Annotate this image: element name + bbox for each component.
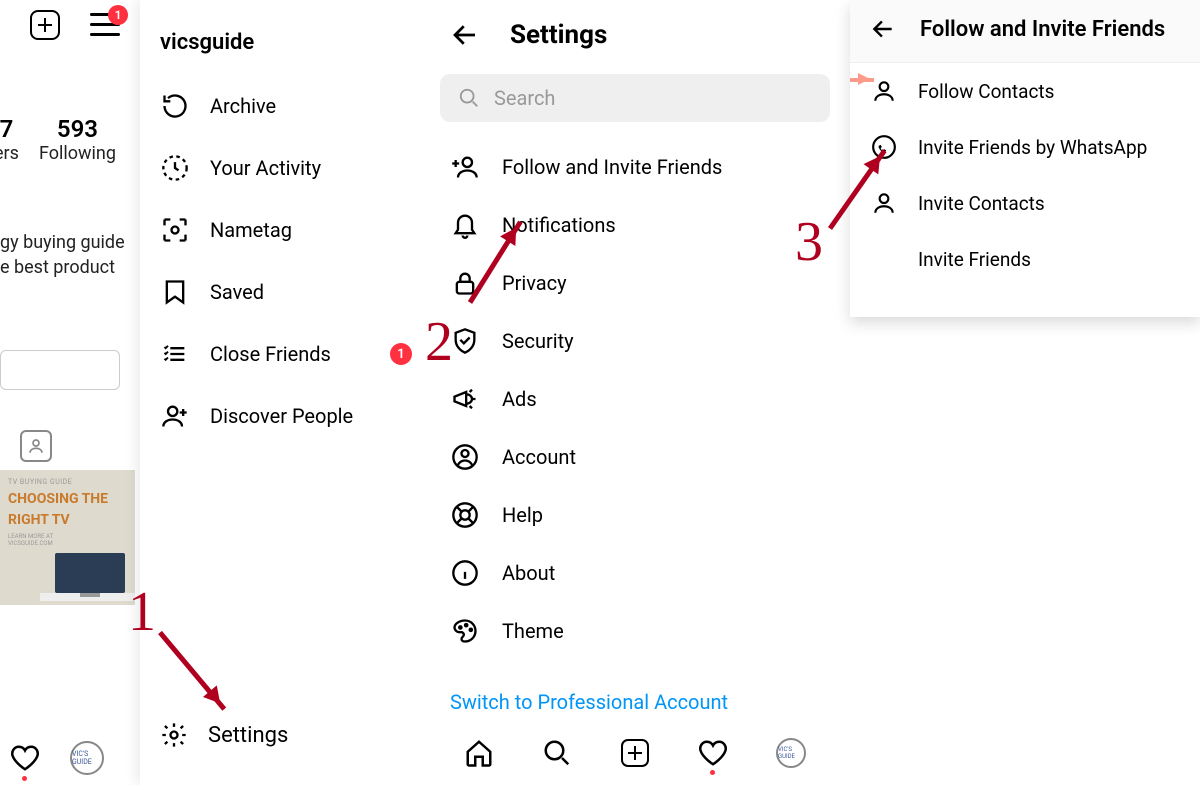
- drawer-item-label: Archive: [210, 94, 276, 118]
- drawer-item-archive[interactable]: Archive: [140, 75, 420, 137]
- bio-line: gy buying guide: [0, 230, 125, 255]
- avatar-label: VIC'S GUIDE: [72, 750, 102, 766]
- menu-badge: 1: [108, 5, 128, 25]
- activity-heart-icon[interactable]: [10, 743, 40, 773]
- switch-professional-link[interactable]: Switch to Professional Account: [420, 676, 850, 728]
- search-placeholder: Search: [494, 86, 555, 110]
- profile-avatar-button[interactable]: VIC'S GUIDE: [70, 741, 104, 775]
- person-icon: [870, 189, 898, 217]
- settings-item-label: Theme: [502, 619, 564, 643]
- thumb-sub: LEARN MORE AT: [8, 533, 127, 540]
- stat-label: ers: [0, 143, 19, 164]
- shield-icon: [450, 326, 480, 356]
- annotation-step-2: 2: [425, 310, 453, 374]
- follow-invite-item-label: Invite Friends: [918, 248, 1031, 271]
- invite-icon: [450, 152, 480, 182]
- invite-friends-item[interactable]: Invite Friends: [850, 231, 1200, 287]
- follow-invite-panel: Follow and Invite Friends Follow Contact…: [850, 0, 1200, 317]
- nav-profile-button[interactable]: VIC'S GUIDE: [775, 737, 807, 769]
- megaphone-icon: [450, 384, 480, 414]
- nav-home-button[interactable]: [463, 737, 495, 769]
- annotation-step-3: 3: [795, 210, 823, 274]
- discover-icon: [160, 401, 190, 431]
- settings-item-ads[interactable]: Ads: [420, 370, 850, 428]
- settings-item-label: About: [502, 561, 555, 585]
- settings-item-about[interactable]: About: [420, 544, 850, 602]
- settings-item-label: Account: [502, 445, 576, 469]
- follow-contacts-item[interactable]: Follow Contacts: [850, 63, 1200, 119]
- stat-label: Following: [39, 143, 116, 164]
- close-friends-badge: 1: [390, 343, 412, 365]
- nav-search-button[interactable]: [541, 737, 573, 769]
- settings-title: Settings: [510, 20, 607, 50]
- settings-item-help[interactable]: Help: [420, 486, 850, 544]
- archive-icon: [160, 91, 190, 121]
- drawer-item-discover[interactable]: Discover People: [140, 385, 420, 447]
- profile-menu-drawer: vicsguide Archive Your Activity Nametag …: [140, 0, 420, 785]
- follow-invite-item-label: Invite Friends by WhatsApp: [918, 136, 1147, 159]
- settings-item-label: Security: [502, 329, 574, 353]
- drawer-item-label: Discover People: [210, 404, 353, 428]
- drawer-item-label: Close Friends: [210, 342, 331, 366]
- post-thumbnail[interactable]: TV BUYING GUIDE CHOOSING THE RIGHT TV LE…: [0, 470, 135, 605]
- settings-item-label: Ads: [502, 387, 537, 411]
- help-icon: [450, 500, 480, 530]
- drawer-item-label: Saved: [210, 280, 264, 304]
- info-icon: [450, 558, 480, 588]
- bio-line: e best product: [0, 255, 125, 280]
- follow-invite-title: Follow and Invite Friends: [920, 17, 1165, 42]
- menu-hamburger-button[interactable]: 1: [90, 13, 120, 37]
- drawer-item-activity[interactable]: Your Activity: [140, 137, 420, 199]
- settings-item-security[interactable]: Security: [420, 312, 850, 370]
- profile-stats: 7 ers 593 Following: [0, 115, 116, 164]
- activity-icon: [160, 153, 190, 183]
- theme-icon: [450, 616, 480, 646]
- settings-item-label: Follow and Invite Friends: [502, 155, 722, 179]
- drawer-settings-button[interactable]: Settings: [140, 705, 420, 765]
- drawer-item-saved[interactable]: Saved: [140, 261, 420, 323]
- create-post-button[interactable]: [30, 10, 60, 40]
- drawer-item-label: Your Activity: [210, 156, 321, 180]
- blank-icon: [870, 245, 898, 273]
- profile-input[interactable]: [0, 350, 120, 390]
- settings-item-notifications[interactable]: Notifications: [420, 196, 850, 254]
- thumb-title: RIGHT TV: [8, 513, 127, 528]
- nav-create-button[interactable]: [619, 737, 651, 769]
- avatar-label: VIC'S GUIDE: [778, 746, 804, 760]
- close-friends-icon: [160, 339, 190, 369]
- invite-contacts-item[interactable]: Invite Contacts: [850, 175, 1200, 231]
- bottom-nav: VIC'S GUIDE: [420, 727, 850, 779]
- follow-invite-item-label: Follow Contacts: [918, 80, 1054, 103]
- gear-icon: [160, 721, 188, 749]
- follow-invite-item-label: Invite Contacts: [918, 192, 1045, 215]
- settings-item-account[interactable]: Account: [420, 428, 850, 486]
- drawer-settings-label: Settings: [208, 723, 288, 748]
- settings-item-follow-invite[interactable]: Follow and Invite Friends: [420, 138, 850, 196]
- nav-activity-button[interactable]: [697, 737, 729, 769]
- stat-value: 593: [39, 115, 116, 143]
- drawer-item-close-friends[interactable]: Close Friends 1: [140, 323, 420, 385]
- bell-icon: [450, 210, 480, 240]
- back-arrow-button[interactable]: [870, 16, 896, 42]
- settings-item-theme[interactable]: Theme: [420, 602, 850, 660]
- drawer-item-label: Nametag: [210, 218, 292, 242]
- drawer-username: vicsguide: [140, 30, 420, 75]
- saved-icon: [160, 277, 190, 307]
- nametag-icon: [160, 215, 190, 245]
- stat-value: 7: [0, 115, 19, 143]
- search-icon: [458, 87, 480, 109]
- invite-whatsapp-item[interactable]: Invite Friends by WhatsApp: [850, 119, 1200, 175]
- thumb-title: CHOOSING THE: [8, 492, 127, 507]
- settings-search-input[interactable]: Search: [440, 74, 830, 122]
- contact-card-icon[interactable]: [20, 430, 52, 462]
- annotation-step-1: 1: [128, 580, 156, 644]
- settings-item-label: Help: [502, 503, 543, 527]
- account-icon: [450, 442, 480, 472]
- thumb-caption: TV BUYING GUIDE: [8, 478, 127, 486]
- drawer-item-nametag[interactable]: Nametag: [140, 199, 420, 261]
- back-arrow-button[interactable]: [450, 20, 480, 50]
- thumb-sub: VICSGUIDE.COM: [8, 540, 127, 547]
- annotation-pointer-small: [850, 78, 874, 82]
- settings-item-label: Privacy: [502, 271, 567, 295]
